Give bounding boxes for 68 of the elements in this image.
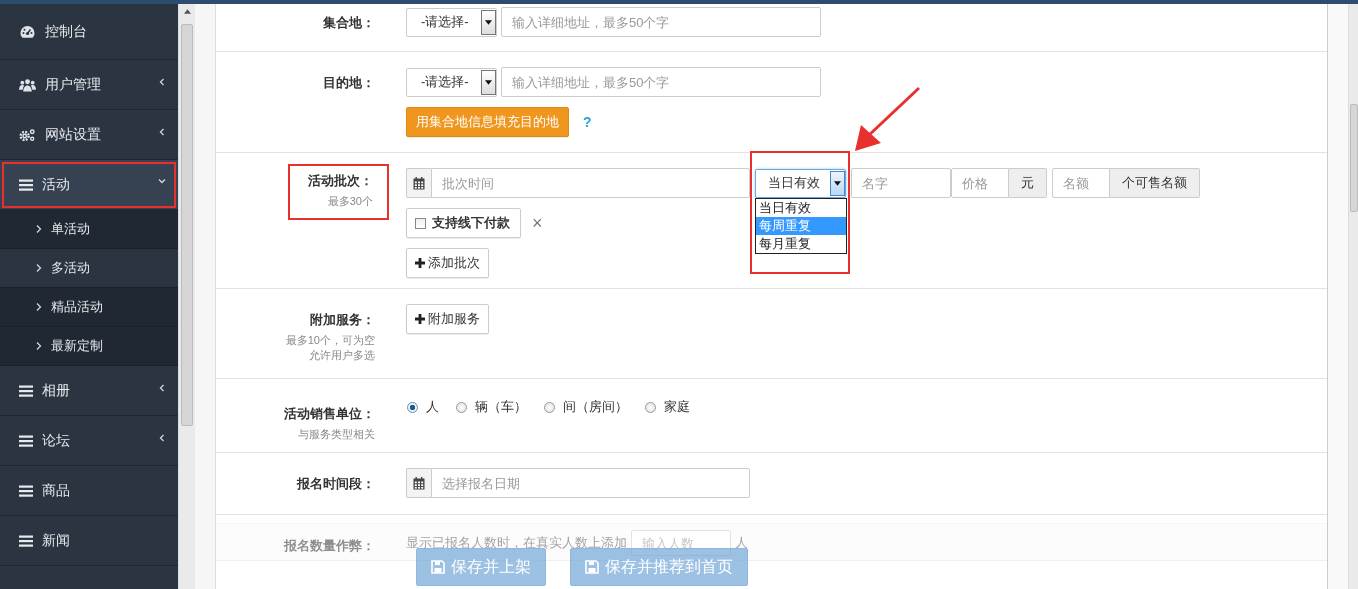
- dashboard-icon: [19, 24, 36, 39]
- dropdown-option[interactable]: 当日有效: [756, 198, 846, 217]
- radio-label: 间（房间）: [563, 398, 628, 416]
- radio-label: 辆（车）: [475, 398, 527, 416]
- quota-input[interactable]: 名额: [1052, 168, 1110, 198]
- menu-icon: [19, 534, 33, 547]
- save-icon: [431, 560, 445, 574]
- field-label: 报名数量作弊：: [284, 537, 375, 555]
- users-icon: [19, 77, 36, 92]
- scrollbar[interactable]: [178, 4, 195, 589]
- chevron-icon: [36, 263, 42, 273]
- calendar-icon: [413, 176, 425, 190]
- checkbox[interactable]: [415, 217, 426, 229]
- field-label: 报名时间段：: [297, 475, 375, 493]
- chevron-icon: [158, 384, 166, 392]
- repeat-select[interactable]: 当日有效: [755, 168, 846, 198]
- menu-icon: [19, 484, 33, 497]
- name-input[interactable]: 名字: [851, 168, 951, 198]
- date-input[interactable]: 选择报名日期: [431, 468, 750, 498]
- chevron-icon: [36, 341, 42, 351]
- scroll-up-icon[interactable]: [183, 9, 191, 14]
- field-label: 活动销售单位：: [284, 405, 375, 423]
- submenu-item[interactable]: 精品活动: [0, 288, 178, 327]
- add-service-button[interactable]: 附加服务: [406, 304, 489, 334]
- field-label: 目的地：: [323, 74, 375, 92]
- chevron-icon: [36, 224, 42, 234]
- chevron-icon: [158, 434, 166, 442]
- radio-button[interactable]: [456, 401, 467, 413]
- radio-label: 家庭: [664, 398, 690, 416]
- dropdown-option[interactable]: 每月重复: [756, 234, 846, 253]
- address-input[interactable]: 输入详细地址，最多50个字: [501, 7, 821, 37]
- menu-icon: [19, 384, 33, 397]
- field-label: 活动批次：: [308, 172, 373, 190]
- chevron-icon: [158, 177, 166, 185]
- gears-icon: [19, 127, 36, 142]
- field-label: 集合地：: [323, 14, 375, 32]
- address-input[interactable]: 输入详细地址，最多50个字: [501, 67, 821, 97]
- radio-button[interactable]: [407, 401, 418, 413]
- field-hint: 与服务类型相关: [297, 427, 375, 441]
- region-select[interactable]: -请选择-: [406, 7, 497, 37]
- plus-icon: [415, 314, 425, 324]
- chevron-icon: [36, 302, 42, 312]
- field-label: 附加服务：: [309, 311, 375, 329]
- submenu-item[interactable]: 单活动: [0, 210, 178, 249]
- submenu-item[interactable]: 最新定制: [0, 327, 178, 366]
- unit-addon: 个可售名额: [1110, 168, 1200, 198]
- chevron-icon: [158, 128, 166, 136]
- radio-button[interactable]: [645, 401, 656, 413]
- plus-icon: [415, 258, 425, 268]
- batch-time-input[interactable]: 批次时间: [431, 168, 750, 198]
- calendar-icon: [413, 476, 425, 490]
- radio-label: 人: [426, 398, 439, 416]
- field-hint: 允许用户多选: [308, 348, 375, 362]
- offline-pay-toggle[interactable]: 支持线下付款: [406, 208, 521, 238]
- sidebar-item[interactable]: 活动: [0, 160, 178, 210]
- radio-button[interactable]: [544, 401, 555, 413]
- save-icon: [585, 560, 599, 574]
- field-hint: 最多30个: [326, 194, 373, 208]
- scrollbar[interactable]: [1348, 4, 1358, 589]
- field-hint: 最多10个，可为空: [285, 333, 375, 347]
- price-input[interactable]: 价格: [951, 168, 1009, 198]
- unit-addon: 元: [1009, 168, 1047, 198]
- add-batch-button[interactable]: 添加批次: [406, 248, 489, 278]
- remove-button[interactable]: ×: [532, 212, 543, 234]
- menu-icon: [19, 434, 33, 447]
- region-select[interactable]: -请选择-: [406, 67, 497, 97]
- menu-icon: [19, 178, 33, 191]
- chevron-icon: [158, 78, 166, 86]
